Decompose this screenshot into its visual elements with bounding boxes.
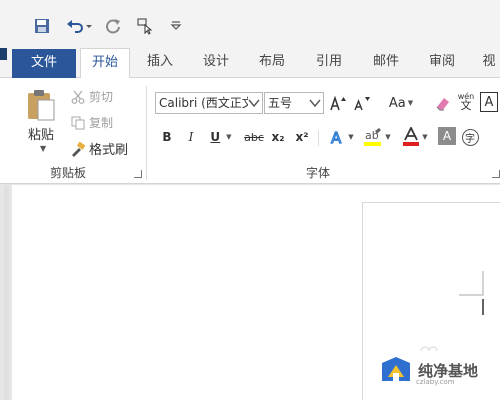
grow-font-icon (330, 95, 346, 111)
highlighter-icon: ab (364, 128, 382, 146)
clear-formatting-button[interactable] (432, 92, 454, 114)
clipboard-group-label: 剪贴板 (50, 166, 87, 180)
customize-qat-icon[interactable] (168, 14, 184, 38)
font-color-icon (403, 127, 420, 146)
cut-label: 剪切 (89, 90, 114, 104)
scissors-icon (70, 89, 86, 105)
format-painter-label: 格式刷 (89, 143, 129, 158)
text-effects-button[interactable]: A ▼ (326, 126, 356, 148)
ribbon-tabs: 文件 开始 插入 设计 布局 引用 邮件 审阅 视 (0, 48, 500, 79)
italic-button[interactable]: I (182, 126, 200, 148)
tab-home[interactable]: 开始 (80, 48, 130, 79)
tab-insert[interactable]: 插入 (138, 48, 182, 78)
highlight-button[interactable]: ab ▼ (360, 126, 394, 148)
shrink-font-icon (354, 97, 370, 111)
watermark-logo-icon (382, 357, 410, 381)
copy-label: 复制 (89, 116, 114, 130)
underline-label: U (210, 130, 221, 144)
paste-icon[interactable] (24, 88, 58, 125)
character-border-label: A (484, 94, 494, 110)
phonetic-guide-button[interactable]: wén 文 (456, 90, 476, 112)
eraser-icon (436, 98, 449, 111)
clipboard-launcher-icon[interactable] (134, 170, 142, 178)
svg-text:A: A (331, 129, 342, 146)
tab-file[interactable]: 文件 (12, 49, 76, 79)
enclose-characters-button[interactable]: 字 (460, 126, 480, 148)
character-shading-button[interactable]: A (438, 127, 456, 145)
font-size-select[interactable]: 五号 (264, 92, 324, 114)
paste-dropdown-icon[interactable]: ▼ (40, 144, 46, 153)
copy-button[interactable]: 复制 (70, 114, 113, 131)
format-painter-button[interactable]: 格式刷 (70, 139, 128, 158)
text-effects-icon: A (331, 128, 343, 146)
phonetic-bottom: 文 (460, 99, 472, 112)
window-edge (0, 48, 7, 60)
bold-button[interactable]: B (158, 126, 176, 148)
shrink-font-button[interactable] (352, 92, 372, 114)
chevron-down-icon (309, 99, 321, 108)
watermark-sub: czlaby.com (416, 378, 455, 386)
group-separator (146, 86, 147, 180)
quick-access-toolbar (0, 0, 500, 48)
tab-mailings[interactable]: 邮件 (364, 48, 408, 78)
vertical-scrollbar[interactable] (4, 185, 9, 400)
tab-design[interactable]: 设计 (194, 48, 238, 78)
font-launcher-icon[interactable] (492, 170, 500, 178)
copy-icon (70, 115, 86, 131)
redo-icon[interactable] (104, 14, 122, 38)
tab-references[interactable]: 引用 (307, 48, 351, 78)
touch-mode-icon[interactable] (134, 14, 156, 38)
tab-view[interactable]: 视 (478, 48, 500, 78)
grow-font-button[interactable] (328, 92, 348, 114)
font-color-button[interactable]: ▼ (398, 126, 432, 148)
paste-button[interactable]: 粘贴 (28, 124, 54, 143)
enclose-char: 字 (461, 128, 479, 146)
underline-button[interactable]: U ▼ (206, 126, 236, 148)
tab-layout[interactable]: 布局 (250, 48, 294, 78)
cut-button[interactable]: 剪切 (70, 88, 113, 105)
font-group-label: 字体 (306, 166, 331, 180)
character-border-button[interactable]: A (480, 92, 498, 112)
font-name-select[interactable]: Calibri (西文正文 (155, 92, 263, 114)
undo-icon[interactable] (64, 14, 94, 38)
subscript-button[interactable]: x₂ (268, 126, 288, 148)
superscript-button[interactable]: x² (292, 126, 312, 148)
row-separator (318, 130, 319, 146)
chevron-down-icon (248, 97, 260, 109)
ribbon-home: 粘贴 ▼ 剪切 复制 格式刷 剪贴板 Calibri (西文正文 五号 Aa▼ (0, 78, 500, 184)
change-case-label: Aa (388, 95, 406, 111)
font-size-value: 五号 (268, 96, 293, 110)
font-name-value: Calibri (西文正文 (159, 96, 254, 110)
strikethrough-button[interactable]: abc (242, 126, 266, 148)
format-painter-icon (70, 141, 86, 157)
change-case-button[interactable]: Aa ▼ (384, 92, 418, 114)
save-icon[interactable] (30, 14, 54, 38)
tab-review[interactable]: 审阅 (420, 48, 464, 78)
